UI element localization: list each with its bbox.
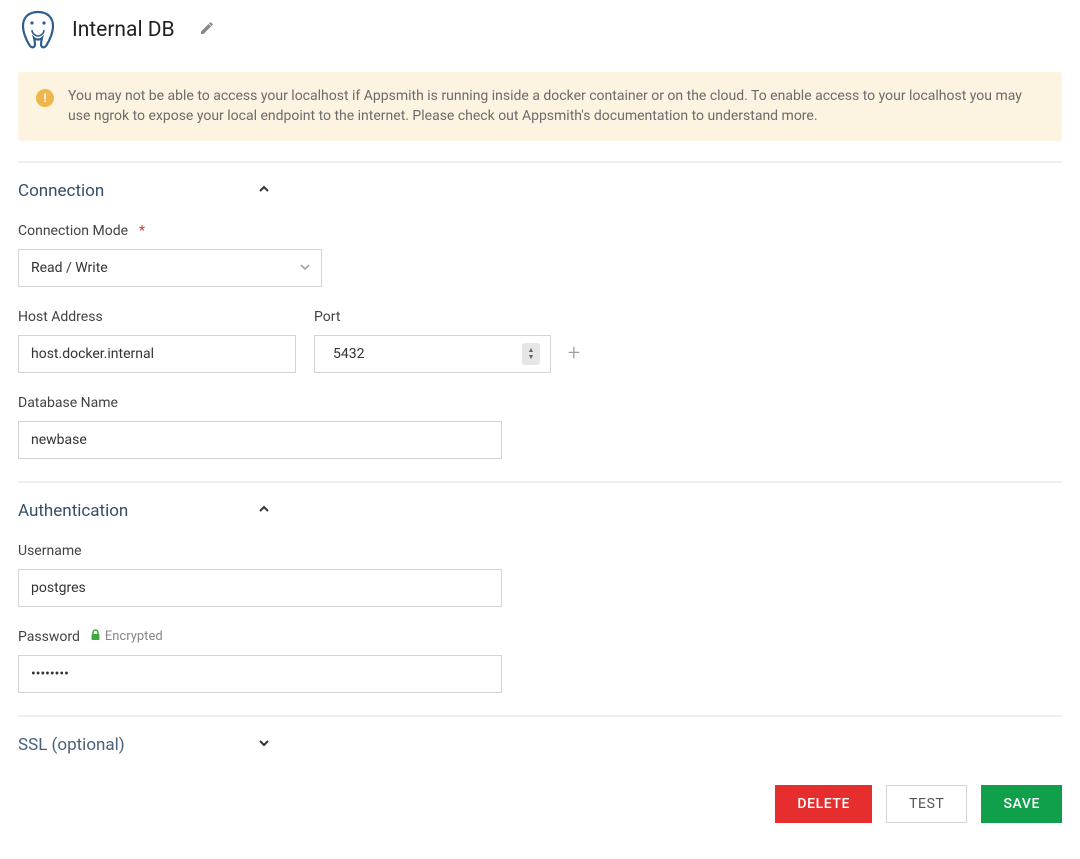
divider: [18, 715, 1062, 717]
save-button[interactable]: SAVE: [981, 785, 1062, 823]
add-port-button[interactable]: +: [565, 345, 583, 363]
warning-icon: !: [36, 89, 54, 107]
password-label: Password Encrypted: [18, 629, 1062, 645]
database-input[interactable]: [18, 421, 502, 459]
connection-mode-label: Connection Mode *: [18, 223, 1062, 239]
connection-mode-select[interactable]: Read / Write: [18, 249, 322, 287]
field-connection-mode: Connection Mode * Read / Write: [18, 223, 1062, 287]
field-password: Password Encrypted: [18, 629, 1062, 693]
host-label: Host Address: [18, 309, 296, 325]
chevron-down-icon: [258, 737, 270, 753]
lock-icon: [90, 629, 101, 644]
host-input[interactable]: [18, 335, 296, 373]
username-label: Username: [18, 543, 1062, 559]
port-input-wrap[interactable]: ▲ ▼: [314, 335, 551, 373]
section-header-connection[interactable]: Connection: [18, 181, 1062, 201]
encrypted-label: Encrypted: [105, 629, 163, 644]
edit-icon[interactable]: [199, 20, 215, 40]
port-label: Port: [314, 309, 583, 325]
field-database: Database Name: [18, 395, 1062, 459]
chevron-up-icon: [258, 503, 270, 519]
section-title-connection: Connection: [18, 181, 258, 201]
warning-text: You may not be able to access your local…: [68, 86, 1044, 127]
field-host: Host Address: [18, 309, 296, 373]
port-input[interactable]: [315, 336, 550, 372]
database-label: Database Name: [18, 395, 1062, 411]
divider: [18, 161, 1062, 163]
password-input[interactable]: [18, 655, 502, 693]
connection-mode-value: Read / Write: [18, 249, 322, 287]
field-username: Username: [18, 543, 1062, 607]
password-label-text: Password: [18, 629, 80, 645]
section-title-auth: Authentication: [18, 501, 258, 521]
warning-banner: ! You may not be able to access your loc…: [18, 72, 1062, 141]
section-title-ssl: SSL (optional): [18, 735, 258, 755]
postgres-logo: [18, 10, 58, 50]
section-header-auth[interactable]: Authentication: [18, 501, 1062, 521]
page-header: Internal DB: [18, 10, 1062, 50]
section-header-ssl[interactable]: SSL (optional): [18, 735, 1062, 755]
connection-mode-label-text: Connection Mode: [18, 223, 128, 239]
port-spinner[interactable]: ▲ ▼: [522, 343, 540, 365]
test-button[interactable]: TEST: [886, 785, 967, 823]
chevron-up-icon: [258, 183, 270, 199]
required-star: *: [139, 223, 145, 239]
delete-button[interactable]: DELETE: [775, 785, 872, 823]
page-title: Internal DB: [72, 18, 175, 42]
spinner-down-icon: ▼: [528, 354, 535, 361]
field-port: Port ▲ ▼ +: [314, 309, 583, 373]
username-input[interactable]: [18, 569, 502, 607]
divider: [18, 481, 1062, 483]
action-buttons: DELETE TEST SAVE: [18, 785, 1062, 823]
